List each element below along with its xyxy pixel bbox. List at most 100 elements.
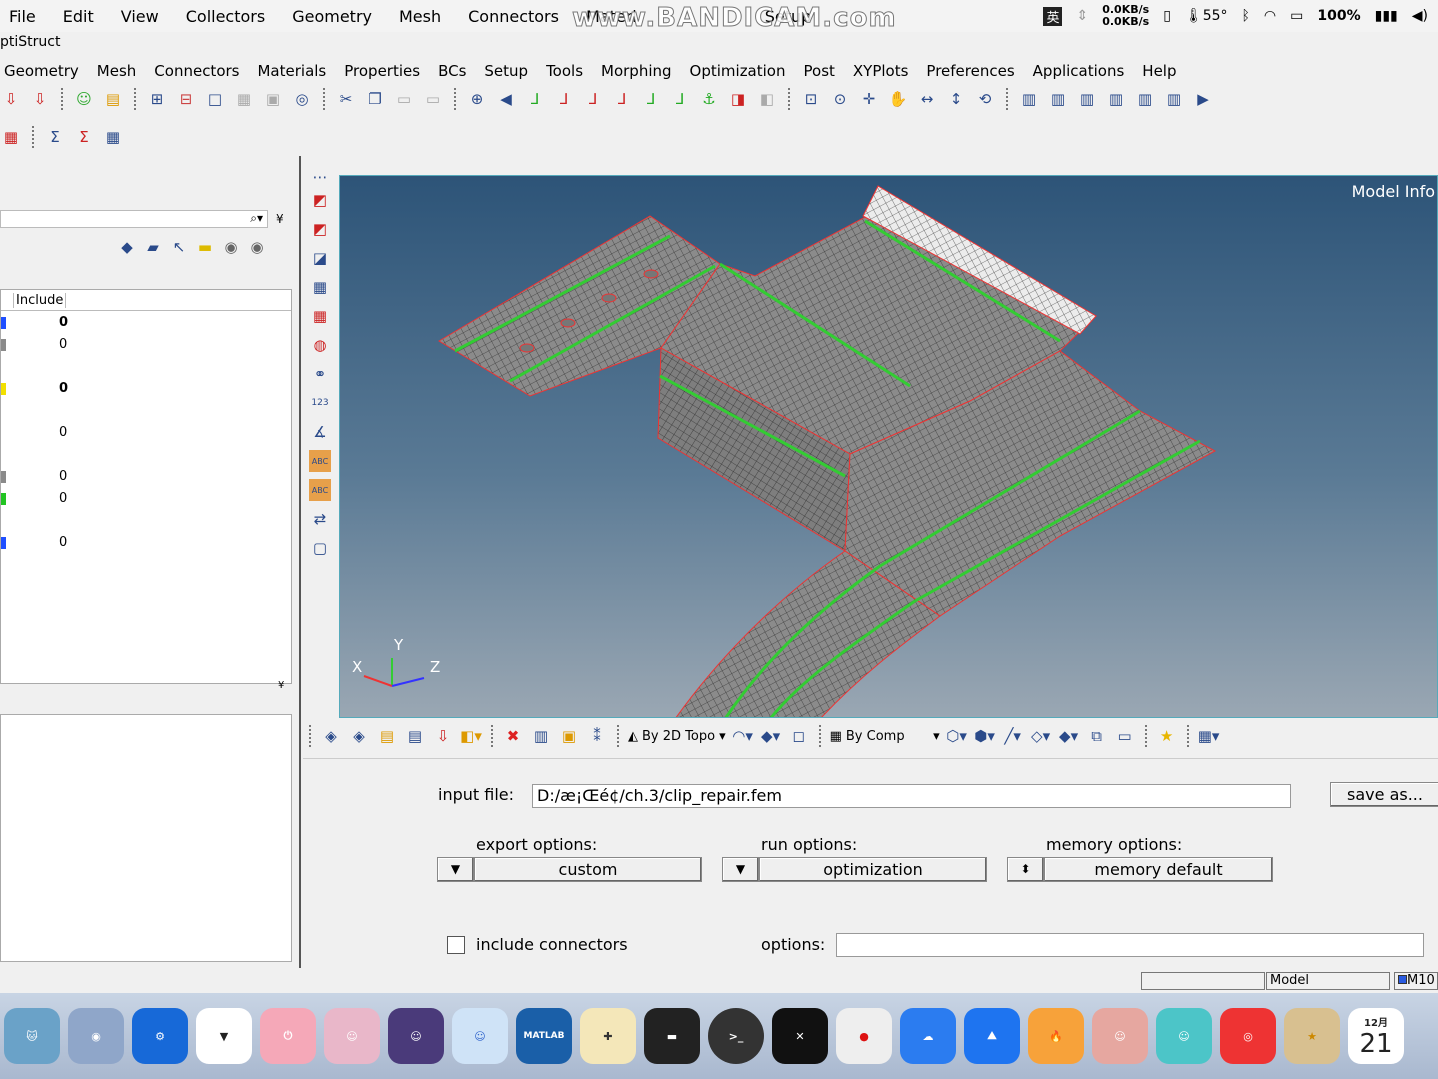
rotate-icon[interactable]: ⟲ <box>974 88 996 110</box>
delete-icon[interactable]: ✖ <box>502 725 524 747</box>
view-neg-z-icon[interactable]: ⅃ <box>611 88 633 110</box>
star-icon[interactable]: ★ <box>1156 725 1178 747</box>
search-icon[interactable]: ⌕▾ <box>250 211 263 226</box>
reverse-display-icon[interactable]: ⇩ <box>432 725 454 747</box>
menu-bcs-app[interactable]: BCs <box>438 62 466 80</box>
dock-app-vpn[interactable]: ▼ <box>196 1008 252 1064</box>
dock-app-capture[interactable]: ⚙ <box>132 1008 188 1064</box>
layout-2-icon[interactable]: ▥ <box>1047 88 1069 110</box>
assembly-icon[interactable]: ▰ <box>142 236 164 258</box>
phone-icon[interactable]: ▯ <box>1163 8 1171 24</box>
dock-app-capcut[interactable]: ✕ <box>772 1008 828 1064</box>
delete-page-icon[interactable]: ⊟ <box>175 88 197 110</box>
display-none-icon[interactable]: ▤ <box>404 725 426 747</box>
menu-tools-app[interactable]: Tools <box>546 62 583 80</box>
menu-collectors[interactable]: Collectors <box>186 7 265 26</box>
dock-app-whiteboard[interactable]: ✚ <box>580 1008 636 1064</box>
label-abc-icon[interactable]: ABC <box>309 450 331 472</box>
input-file-field[interactable]: D:/æ¡Œé¢/ch.3/clip_repair.fem <box>532 784 1291 808</box>
menu-setup-app[interactable]: Setup <box>484 62 528 80</box>
isolate-icon[interactable]: ◉ <box>246 236 268 258</box>
menu-properties-app[interactable]: Properties <box>344 62 420 80</box>
status-component[interactable]: M10 <box>1394 972 1438 990</box>
bluetooth-icon[interactable]: ᛒ <box>1242 8 1250 24</box>
unmask-icon[interactable]: ◩ <box>309 218 331 240</box>
dock-app-star[interactable]: ★ <box>1284 1008 1340 1064</box>
menu-geometry-app[interactable]: Geometry <box>4 62 79 80</box>
back-arrow-icon[interactable]: ◀ <box>495 88 517 110</box>
plane-icon[interactable]: ◇▾ <box>1030 725 1052 747</box>
paste-special-icon[interactable]: ▭ <box>422 88 444 110</box>
camera-icon[interactable]: ◎ <box>291 88 313 110</box>
mesh-shaded-icon[interactable]: ⬢▾ <box>974 725 996 747</box>
dock-app-flame[interactable]: 🔥 <box>1028 1008 1084 1064</box>
solid-box-icon[interactable]: ◻ <box>788 725 810 747</box>
label-abc-alt-icon[interactable]: ABC <box>309 479 331 501</box>
view-y-icon[interactable]: ⅃ <box>640 88 662 110</box>
plane-solid-icon[interactable]: ◆▾ <box>1058 725 1080 747</box>
view-save-icon[interactable]: ◨ <box>727 88 749 110</box>
tree-icon[interactable]: ⧉ <box>1086 725 1108 747</box>
menu-view[interactable]: View <box>121 7 159 26</box>
ime-indicator[interactable]: 英 <box>1043 6 1063 26</box>
add-page-icon[interactable]: ⊞ <box>146 88 168 110</box>
dock-app-miku[interactable]: ☺ <box>1156 1008 1212 1064</box>
volume-icon[interactable]: ◀) <box>1412 8 1428 24</box>
center-icon[interactable]: ✛ <box>858 88 880 110</box>
organize-icon[interactable]: ▣ <box>558 725 580 747</box>
user-profile-icon[interactable]: ☺ <box>73 88 95 110</box>
table-row[interactable]: 0 <box>1 535 291 551</box>
table-row[interactable]: 0 <box>1 425 291 441</box>
mesh-wire-icon[interactable]: ⬡▾ <box>946 725 968 747</box>
view-x-icon[interactable]: ⅃ <box>524 88 546 110</box>
renumber-icon[interactable]: ⁑ <box>586 725 608 747</box>
dock-app-recorder[interactable]: ● <box>836 1008 892 1064</box>
dock-app-window[interactable]: ▬ <box>644 1008 700 1064</box>
menu-preferences-app[interactable]: Preferences <box>926 62 1014 80</box>
include-connectors-checkbox[interactable] <box>447 936 465 954</box>
splitter-handle-icon[interactable]: ¥ <box>278 680 284 691</box>
graphics-viewport[interactable]: Model Info X Y Z <box>339 175 1438 718</box>
include-column-header[interactable]: Include <box>13 292 67 308</box>
view-z-icon[interactable]: ⅃ <box>582 88 604 110</box>
window-icon[interactable]: ▣ <box>262 88 284 110</box>
export-ppt-icon[interactable]: ⇩ <box>29 88 51 110</box>
measure-icon[interactable]: ∡ <box>309 421 331 443</box>
menu-geometry[interactable]: Geometry <box>292 7 372 26</box>
show-entities-icon[interactable]: ◈ <box>320 725 342 747</box>
dock-app-power[interactable]: ⏻ <box>260 1008 316 1064</box>
hide-entities-icon[interactable]: ◈ <box>348 725 370 747</box>
find-attached-icon[interactable]: ◧▾ <box>460 725 482 747</box>
sphere-icon[interactable]: ◍ <box>309 334 331 356</box>
export-pdf-icon[interactable]: ⇩ <box>0 88 22 110</box>
copy-icon[interactable]: ❐ <box>364 88 386 110</box>
display-icon[interactable]: ▭ <box>1290 8 1303 24</box>
sum-icon[interactable]: Σ <box>44 126 66 148</box>
dock-app-steam[interactable]: ◉ <box>68 1008 124 1064</box>
line-icon[interactable]: ╱▾ <box>1002 725 1024 747</box>
memory-options-toggle[interactable]: ⬍ <box>1007 857 1044 882</box>
element-shrink-icon[interactable]: ▦ <box>309 305 331 327</box>
options-input[interactable] <box>836 933 1424 957</box>
dock-app-matlab[interactable]: MATLAB <box>516 1008 572 1064</box>
dock-app-anime-4[interactable]: ☺ <box>1092 1008 1148 1064</box>
menu-mesh-app[interactable]: Mesh <box>97 62 137 80</box>
mesh-options-icon[interactable]: ▦▾ <box>1198 725 1220 747</box>
layout-3-icon[interactable]: ▥ <box>1076 88 1098 110</box>
dock-app-lark[interactable]: ⛰ <box>964 1008 1020 1064</box>
save-as-button[interactable]: save as... <box>1330 782 1438 807</box>
run-options-button[interactable]: optimization <box>759 857 987 882</box>
open-folder-icon[interactable]: ▤ <box>102 88 124 110</box>
box-select-icon[interactable]: ▢ <box>309 537 331 559</box>
pan-horizontal-icon[interactable]: ↔ <box>916 88 938 110</box>
menu-edit[interactable]: Edit <box>63 7 94 26</box>
select-cursor-icon[interactable]: ↖ <box>168 236 190 258</box>
table-row[interactable]: 0 <box>1 337 291 353</box>
zoom-window-icon[interactable]: ⊡ <box>800 88 822 110</box>
surface-style-icon[interactable]: ◆▾ <box>760 725 782 747</box>
table-icon[interactable]: ▦ <box>102 126 124 148</box>
view-neg-y-icon[interactable]: ⅃ <box>669 88 691 110</box>
dock-app-terminal[interactable]: >_ <box>708 1008 764 1064</box>
sum-alt-icon[interactable]: Σ <box>73 126 95 148</box>
menu-connectors[interactable]: Connectors <box>468 7 559 26</box>
